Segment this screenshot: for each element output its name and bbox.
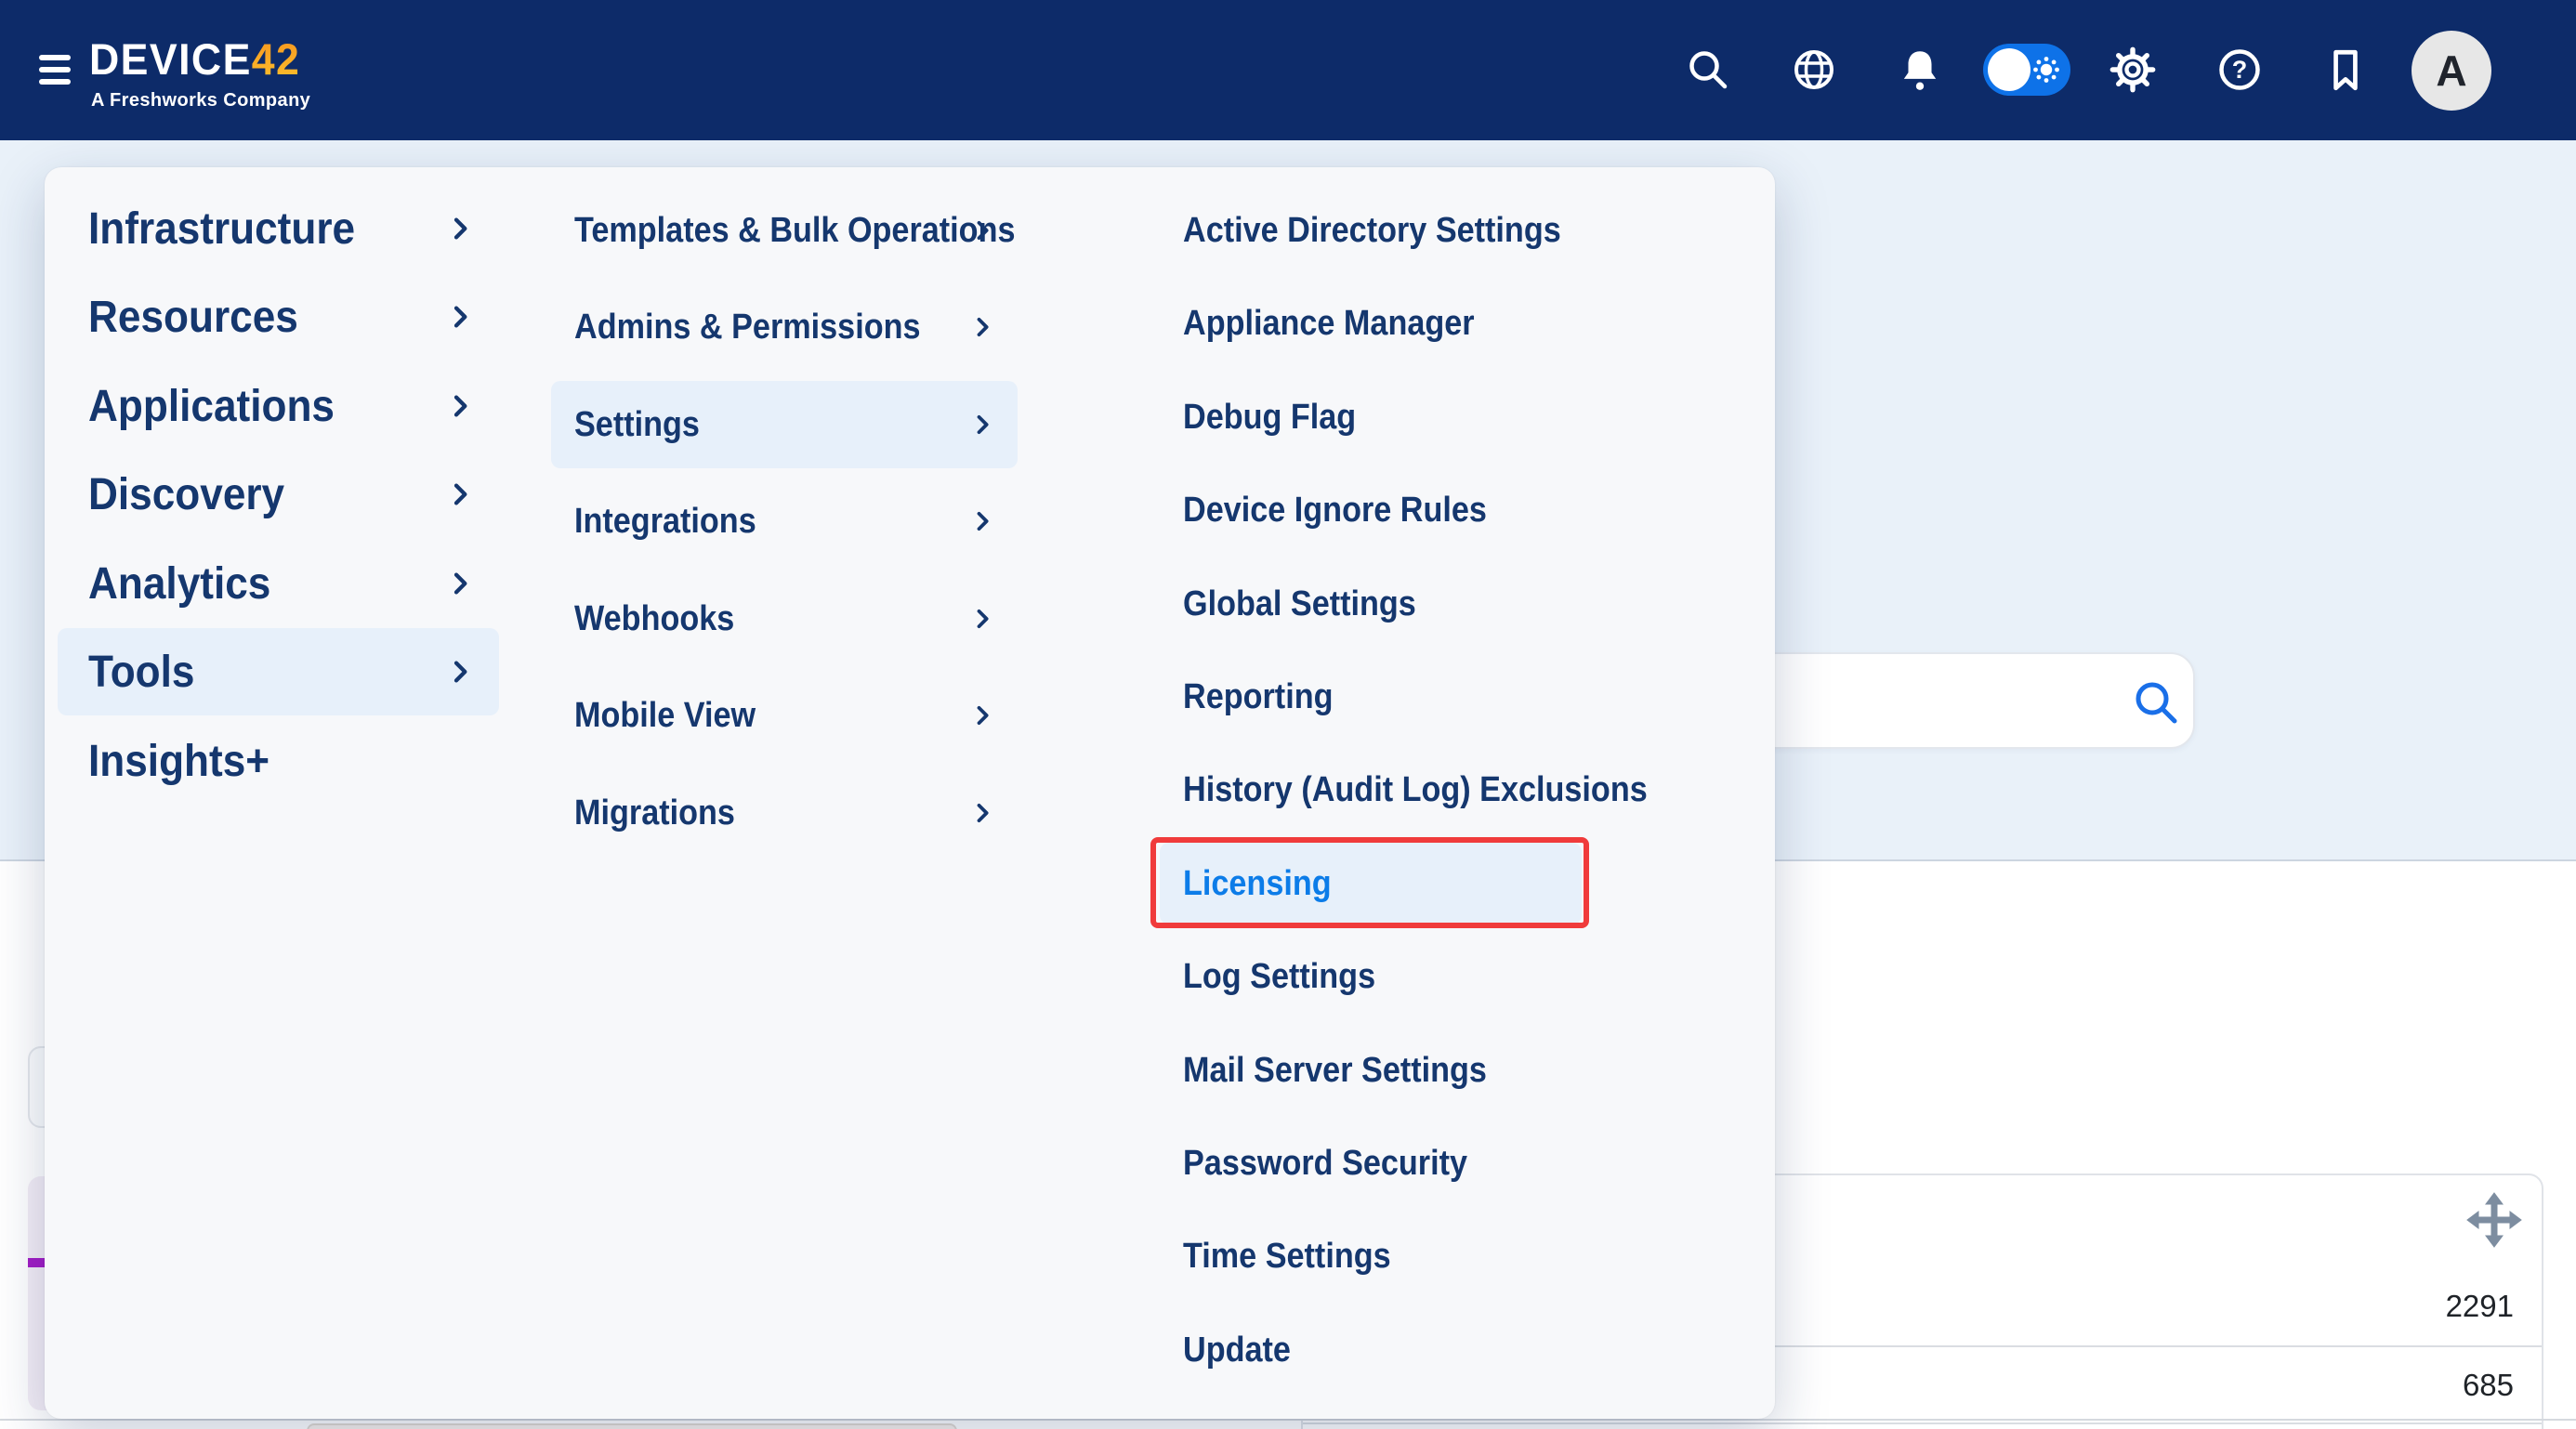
menu-item-mail-server-settings[interactable]: Mail Server Settings <box>1160 1029 1582 1111</box>
chevron-right-icon <box>969 606 995 632</box>
chevron-right-icon <box>445 214 475 243</box>
menu-item-mobile-view[interactable]: Mobile View <box>551 672 1018 759</box>
globe-icon[interactable] <box>1790 46 1838 94</box>
chevron-right-icon <box>445 479 475 509</box>
sun-icon <box>2033 57 2059 83</box>
chevron-right-icon <box>969 800 995 826</box>
menu-item-appliance-manager[interactable]: Appliance Manager <box>1160 282 1582 364</box>
menu-item-integrations[interactable]: Integrations <box>551 478 1018 565</box>
menu-item-applications[interactable]: Applications <box>58 362 499 450</box>
menu-item-history-audit-log-exclusions[interactable]: History (Audit Log) Exclusions <box>1160 749 1582 831</box>
avatar[interactable]: A <box>2412 31 2491 111</box>
chevron-right-icon <box>969 412 995 438</box>
chevron-right-icon <box>969 217 995 243</box>
chevron-right-icon <box>969 314 995 340</box>
chevron-right-icon <box>445 657 475 687</box>
menu-item-time-settings[interactable]: Time Settings <box>1160 1215 1582 1297</box>
app-logo[interactable]: DEVICE42 <box>89 33 300 85</box>
hamburger-menu-icon[interactable] <box>39 55 71 85</box>
chevron-right-icon <box>445 391 475 421</box>
gear-icon[interactable] <box>2109 46 2157 94</box>
menu-item-templates-bulk-operations[interactable]: Templates & Bulk Operations <box>551 187 1018 274</box>
menu-item-webhooks[interactable]: Webhooks <box>551 575 1018 662</box>
menu-item-reporting[interactable]: Reporting <box>1160 656 1582 738</box>
page-divider <box>0 1419 2576 1421</box>
top-navbar: DEVICE42 A Freshworks Company <box>0 0 2576 140</box>
search-icon[interactable] <box>2132 678 2180 727</box>
menu-item-discovery[interactable]: Discovery <box>58 451 499 538</box>
menu-item-debug-flag[interactable]: Debug Flag <box>1160 376 1582 458</box>
chevron-right-icon <box>969 702 995 728</box>
menu-item-active-directory-settings[interactable]: Active Directory Settings <box>1160 190 1582 271</box>
chevron-right-icon <box>445 302 475 332</box>
table-cell-value: 685 <box>2235 1367 2514 1404</box>
table-row-divider <box>1303 1422 2542 1424</box>
toggle-knob <box>1988 48 2031 91</box>
mega-menu-panel: Infrastructure Resources Applications Di… <box>45 167 1775 1419</box>
menu-item-analytics[interactable]: Analytics <box>58 540 499 627</box>
menu-item-tools[interactable]: Tools <box>58 628 499 715</box>
search-icon[interactable] <box>1686 47 1730 92</box>
background-card-top-edge <box>307 1423 957 1429</box>
theme-toggle[interactable] <box>1983 44 2070 96</box>
menu-item-migrations[interactable]: Migrations <box>551 769 1018 857</box>
move-drag-icon[interactable] <box>2465 1191 2523 1249</box>
menu-item-resources[interactable]: Resources <box>58 273 499 361</box>
menu-item-infrastructure[interactable]: Infrastructure <box>58 185 499 272</box>
menu-item-insights-plus[interactable]: Insights+ <box>58 717 499 805</box>
menu-item-update[interactable]: Update <box>1160 1309 1582 1391</box>
menu-item-licensing[interactable]: Licensing <box>1160 843 1582 924</box>
avatar-letter: A <box>2436 46 2466 96</box>
screen: 2291 685 DEVICE42 A Freshworks Company <box>0 0 2576 1429</box>
svg-text:?: ? <box>2232 56 2248 84</box>
chevron-right-icon <box>969 508 995 534</box>
menu-item-global-settings[interactable]: Global Settings <box>1160 563 1582 645</box>
menu-item-settings[interactable]: Settings <box>551 381 1018 468</box>
bookmark-icon[interactable] <box>2322 46 2369 93</box>
menu-item-admins-permissions[interactable]: Admins & Permissions <box>551 283 1018 371</box>
menu-item-log-settings[interactable]: Log Settings <box>1160 936 1582 1017</box>
chevron-right-icon <box>445 569 475 598</box>
logo-subtitle: A Freshworks Company <box>91 90 310 111</box>
menu-item-password-security[interactable]: Password Security <box>1160 1122 1582 1204</box>
table-cell-value: 2291 <box>2235 1288 2514 1325</box>
help-icon[interactable]: ? <box>2216 46 2263 93</box>
bell-icon[interactable] <box>1897 46 1943 93</box>
menu-item-device-ignore-rules[interactable]: Device Ignore Rules <box>1160 469 1582 551</box>
